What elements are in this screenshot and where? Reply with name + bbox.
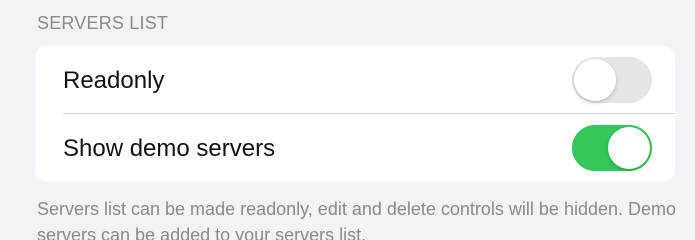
- toggle-knob: [608, 127, 650, 169]
- show-demo-servers-toggle[interactable]: [572, 125, 652, 171]
- show-demo-servers-row: Show demo servers: [35, 114, 675, 182]
- readonly-toggle[interactable]: [572, 57, 652, 103]
- show-demo-servers-label: Show demo servers: [63, 135, 276, 162]
- section-footer: Servers list can be made readonly, edit …: [37, 199, 677, 240]
- settings-card: Readonly Show demo servers: [35, 46, 675, 182]
- readonly-row: Readonly: [35, 46, 675, 114]
- section-header: SERVERS LIST: [37, 13, 169, 33]
- readonly-label: Readonly: [63, 67, 165, 94]
- toggle-knob: [574, 59, 616, 101]
